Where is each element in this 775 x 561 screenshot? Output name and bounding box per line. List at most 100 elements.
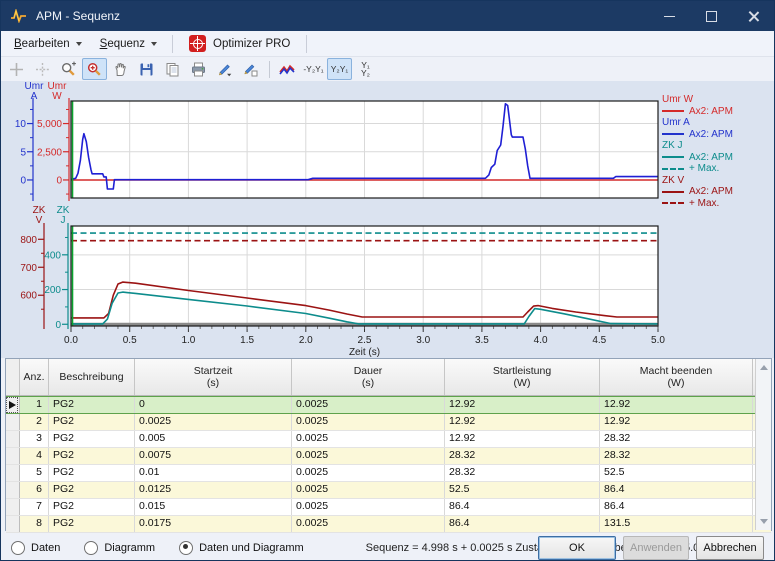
cell-beschreibung[interactable]: PG2 bbox=[49, 431, 135, 447]
cell-startleistung[interactable]: 12.92 bbox=[445, 431, 600, 447]
cell-macht_beenden[interactable]: 86.4 bbox=[600, 499, 753, 515]
cell-startleistung[interactable]: 28.32 bbox=[445, 465, 600, 481]
cell-startzeit[interactable]: 0.01 bbox=[135, 465, 292, 481]
ok-button[interactable]: OK bbox=[538, 536, 616, 560]
cell-macht_beenden[interactable]: 12.92 bbox=[600, 414, 753, 430]
cell-startzeit[interactable]: 0.0025 bbox=[135, 414, 292, 430]
cell-dauer[interactable]: 0.0025 bbox=[292, 448, 445, 464]
cell-startzeit[interactable]: 0.0125 bbox=[135, 482, 292, 498]
cell-anz[interactable]: 2 bbox=[20, 414, 49, 430]
cell-startleistung[interactable]: 86.4 bbox=[445, 499, 600, 515]
cell-startzeit[interactable]: 0.005 bbox=[135, 431, 292, 447]
maximize-button[interactable] bbox=[690, 1, 732, 31]
column-header-beschreibung[interactable]: Beschreibung bbox=[49, 359, 135, 395]
cell-anz[interactable]: 3 bbox=[20, 431, 49, 447]
cell-startleistung[interactable]: 86.4 bbox=[445, 516, 600, 532]
table-row[interactable]: 7PG20.0150.002586.486.4 bbox=[6, 499, 771, 516]
anwenden-button[interactable]: Anwenden bbox=[623, 536, 689, 560]
cell-beschreibung[interactable]: PG2 bbox=[49, 465, 135, 481]
column-header-macht-beenden[interactable]: Macht beenden(W) bbox=[600, 359, 753, 395]
scroll-down-button[interactable] bbox=[756, 514, 771, 529]
scroll-up-button[interactable] bbox=[756, 360, 771, 375]
radio-diagramm[interactable]: Diagramm bbox=[84, 541, 155, 555]
radio-daten-und-diagramm[interactable]: Daten und Diagramm bbox=[179, 541, 304, 555]
cell-beschreibung[interactable]: PG2 bbox=[49, 482, 135, 498]
menu-sequenz[interactable]: Sequenz bbox=[91, 35, 166, 53]
cell-dauer[interactable]: 0.0025 bbox=[292, 431, 445, 447]
cell-anz[interactable]: 8 bbox=[20, 516, 49, 532]
column-header-dauer[interactable]: Dauer(s) bbox=[292, 359, 445, 395]
crosshair-dashed-icon[interactable] bbox=[30, 58, 55, 80]
table-row[interactable]: 4PG20.00750.002528.3228.32 bbox=[6, 448, 771, 465]
cell-beschreibung[interactable]: PG2 bbox=[49, 397, 135, 413]
cell-beschreibung[interactable]: PG2 bbox=[49, 448, 135, 464]
table-row[interactable]: 3PG20.0050.002512.9228.32 bbox=[6, 431, 771, 448]
table-row[interactable]: 5PG20.010.002528.3252.5 bbox=[6, 465, 771, 482]
axes-y2y1-icon[interactable]: Y₂Y₁ bbox=[327, 58, 352, 80]
umrichter-chart[interactable]: 0510UmrA02,5005,000UmrW bbox=[1, 81, 775, 205]
cell-macht_beenden[interactable]: 131.5 bbox=[600, 516, 753, 532]
cell-startleistung[interactable]: 12.92 bbox=[445, 397, 600, 413]
cell-beschreibung[interactable]: PG2 bbox=[49, 516, 135, 532]
table-row[interactable]: 8PG20.01750.002586.4131.5 bbox=[6, 516, 771, 533]
crosshair-icon[interactable] bbox=[4, 58, 29, 80]
row-selector-cell[interactable] bbox=[6, 414, 20, 430]
cell-anz[interactable]: 5 bbox=[20, 465, 49, 481]
cell-startleistung[interactable]: 28.32 bbox=[445, 448, 600, 464]
cell-startzeit[interactable]: 0.015 bbox=[135, 499, 292, 515]
row-selector-cell[interactable] bbox=[6, 516, 20, 532]
column-header-startzeit[interactable]: Startzeit(s) bbox=[135, 359, 292, 395]
cell-anz[interactable]: 7 bbox=[20, 499, 49, 515]
cell-dauer[interactable]: 0.0025 bbox=[292, 414, 445, 430]
row-selector-cell[interactable] bbox=[6, 499, 20, 515]
cell-startzeit[interactable]: 0.0075 bbox=[135, 448, 292, 464]
copy-icon[interactable] bbox=[160, 58, 185, 80]
curves-icon[interactable] bbox=[275, 58, 300, 80]
cell-startzeit[interactable]: 0 bbox=[135, 397, 292, 413]
column-header-startleistung[interactable]: Startleistung(W) bbox=[445, 359, 600, 395]
cell-macht_beenden[interactable]: 12.92 bbox=[600, 397, 753, 413]
cell-dauer[interactable]: 0.0025 bbox=[292, 516, 445, 532]
row-selector-cell[interactable] bbox=[6, 397, 20, 413]
zwischenkreis-chart[interactable]: 600700800ZKV0200400ZKJ0.00.51.01.52.02.5… bbox=[1, 205, 775, 358]
zoom-in-icon[interactable] bbox=[82, 58, 107, 80]
menu-bearbeiten[interactable]: Bearbeiten bbox=[5, 35, 91, 53]
table-scrollbar[interactable] bbox=[755, 359, 771, 530]
table-row[interactable]: 6PG20.01250.002552.586.4 bbox=[6, 482, 771, 499]
axes-y1-over-y2-icon[interactable]: Y₁Y₂ bbox=[353, 58, 378, 80]
radio-daten[interactable]: Daten bbox=[11, 541, 60, 555]
cell-anz[interactable]: 6 bbox=[20, 482, 49, 498]
row-selector-cell[interactable] bbox=[6, 482, 20, 498]
pan-hand-icon[interactable] bbox=[108, 58, 133, 80]
cell-macht_beenden[interactable]: 52.5 bbox=[600, 465, 753, 481]
cell-anz[interactable]: 1 bbox=[20, 397, 49, 413]
cell-beschreibung[interactable]: PG2 bbox=[49, 499, 135, 515]
column-header-anz-[interactable]: Anz. bbox=[20, 359, 49, 395]
zoom-icon[interactable] bbox=[56, 58, 81, 80]
close-button[interactable] bbox=[732, 1, 774, 31]
pencil-dropdown-icon[interactable] bbox=[212, 58, 237, 80]
row-selector-cell[interactable] bbox=[6, 448, 20, 464]
save-icon[interactable] bbox=[134, 58, 159, 80]
abbrechen-button[interactable]: Abbrechen bbox=[696, 536, 764, 560]
minimize-button[interactable] bbox=[648, 1, 690, 31]
cell-dauer[interactable]: 0.0025 bbox=[292, 499, 445, 515]
cell-startleistung[interactable]: 52.5 bbox=[445, 482, 600, 498]
cell-dauer[interactable]: 0.0025 bbox=[292, 397, 445, 413]
row-selector-cell[interactable] bbox=[6, 431, 20, 447]
table-row[interactable]: 1PG200.002512.9212.92 bbox=[6, 396, 771, 414]
cell-beschreibung[interactable]: PG2 bbox=[49, 414, 135, 430]
cell-dauer[interactable]: 0.0025 bbox=[292, 482, 445, 498]
cell-startleistung[interactable]: 12.92 bbox=[445, 414, 600, 430]
optimizer-pro-button[interactable]: Optimizer PRO bbox=[179, 33, 300, 54]
cell-anz[interactable]: 4 bbox=[20, 448, 49, 464]
table-row[interactable]: 2PG20.00250.002512.9212.92 bbox=[6, 414, 771, 431]
print-icon[interactable] bbox=[186, 58, 211, 80]
row-selector-cell[interactable] bbox=[6, 465, 20, 481]
cell-dauer[interactable]: 0.0025 bbox=[292, 465, 445, 481]
cell-macht_beenden[interactable]: 28.32 bbox=[600, 431, 753, 447]
cell-macht_beenden[interactable]: 28.32 bbox=[600, 448, 753, 464]
cell-macht_beenden[interactable]: 86.4 bbox=[600, 482, 753, 498]
cell-startzeit[interactable]: 0.0175 bbox=[135, 516, 292, 532]
axes-minus-y2y1-icon[interactable]: -Y₂Y₁ bbox=[301, 58, 326, 80]
